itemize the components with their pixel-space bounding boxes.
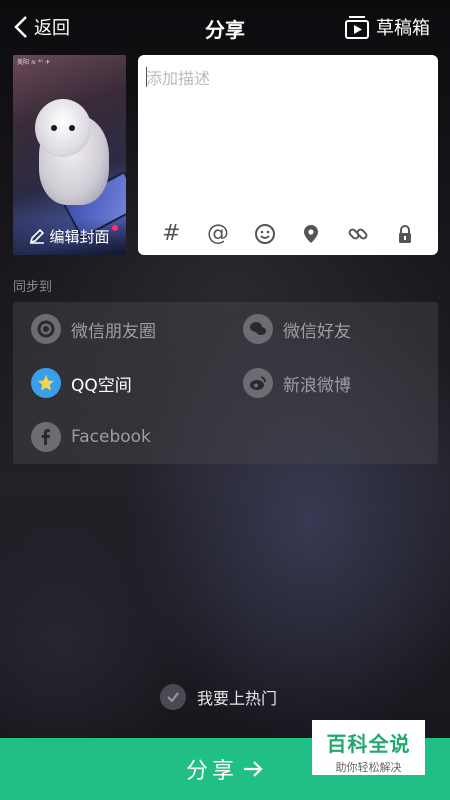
sync-item-qzone[interactable]: QQ空间 xyxy=(31,366,132,400)
location-icon xyxy=(304,225,319,243)
hashtag-button[interactable]: # xyxy=(158,221,184,247)
cover-thumbnail[interactable]: 美阳 ≋ ⁴ᴳ ✈ 编辑封面 xyxy=(13,55,126,255)
dog-eye xyxy=(69,125,75,131)
wechat-moments-icon xyxy=(31,314,61,344)
location-button[interactable] xyxy=(298,221,324,247)
share-button-label: 分享 xyxy=(185,759,238,784)
link-icon xyxy=(348,228,368,240)
sync-item-label: 新浪微博 xyxy=(283,375,351,396)
dog-head xyxy=(35,99,91,157)
thumbnail-status-text: 美阳 ≋ ⁴ᴳ ✈ xyxy=(17,59,51,66)
hot-checkbox[interactable]: 我要上热门 xyxy=(160,683,277,711)
dog-eye xyxy=(51,125,57,131)
pencil-icon xyxy=(30,228,45,244)
hashtag-icon: # xyxy=(162,221,181,246)
wechat-icon xyxy=(243,314,273,344)
sync-item-label: 微信好友 xyxy=(283,321,351,342)
sync-panel: 微信朋友圈 微信好友 QQ空间 新浪微博 Facebook xyxy=(13,302,438,464)
description-box: # @ xyxy=(138,55,438,255)
sync-item-weibo[interactable]: 新浪微博 xyxy=(243,366,351,400)
emoji-icon xyxy=(254,224,275,244)
mention-icon: @ xyxy=(206,221,229,246)
description-input[interactable] xyxy=(146,65,430,195)
sync-item-label: 微信朋友圈 xyxy=(71,321,156,342)
top-bar: 返回 分享 草稿箱 xyxy=(0,0,450,55)
weibo-icon xyxy=(243,368,273,398)
privacy-lock-button[interactable] xyxy=(392,221,418,247)
sync-item-label: QQ空间 xyxy=(71,375,132,396)
drafts-icon xyxy=(345,16,369,39)
check-icon xyxy=(160,684,186,710)
sync-item-wechat-moments[interactable]: 微信朋友圈 xyxy=(31,312,156,346)
watermark-subtitle: 助你轻松解决 xyxy=(335,761,402,774)
mention-button[interactable]: @ xyxy=(205,221,231,247)
emoji-button[interactable] xyxy=(252,221,278,247)
qzone-icon xyxy=(31,368,61,398)
watermark-logo: 百科全说 助你轻松解决 xyxy=(312,720,425,775)
drafts-label: 草稿箱 xyxy=(376,18,430,39)
text-caret xyxy=(146,67,147,87)
facebook-icon xyxy=(31,422,61,452)
edit-cover-button[interactable]: 编辑封面 xyxy=(13,217,126,255)
drafts-button[interactable]: 草稿箱 xyxy=(344,12,430,42)
notification-dot xyxy=(112,225,118,231)
edit-cover-label: 编辑封面 xyxy=(49,227,110,246)
watermark-title: 百科全说 xyxy=(326,732,411,756)
sync-section-label: 同步到 xyxy=(13,280,53,295)
sync-item-label: Facebook xyxy=(71,427,151,447)
lock-icon xyxy=(398,225,411,243)
description-toolbar: # @ xyxy=(138,221,438,247)
sync-item-wechat[interactable]: 微信好友 xyxy=(243,312,351,346)
link-button[interactable] xyxy=(345,221,371,247)
hot-label: 我要上热门 xyxy=(197,689,278,708)
sync-item-facebook[interactable]: Facebook xyxy=(31,420,151,454)
arrow-right-icon xyxy=(244,761,263,777)
